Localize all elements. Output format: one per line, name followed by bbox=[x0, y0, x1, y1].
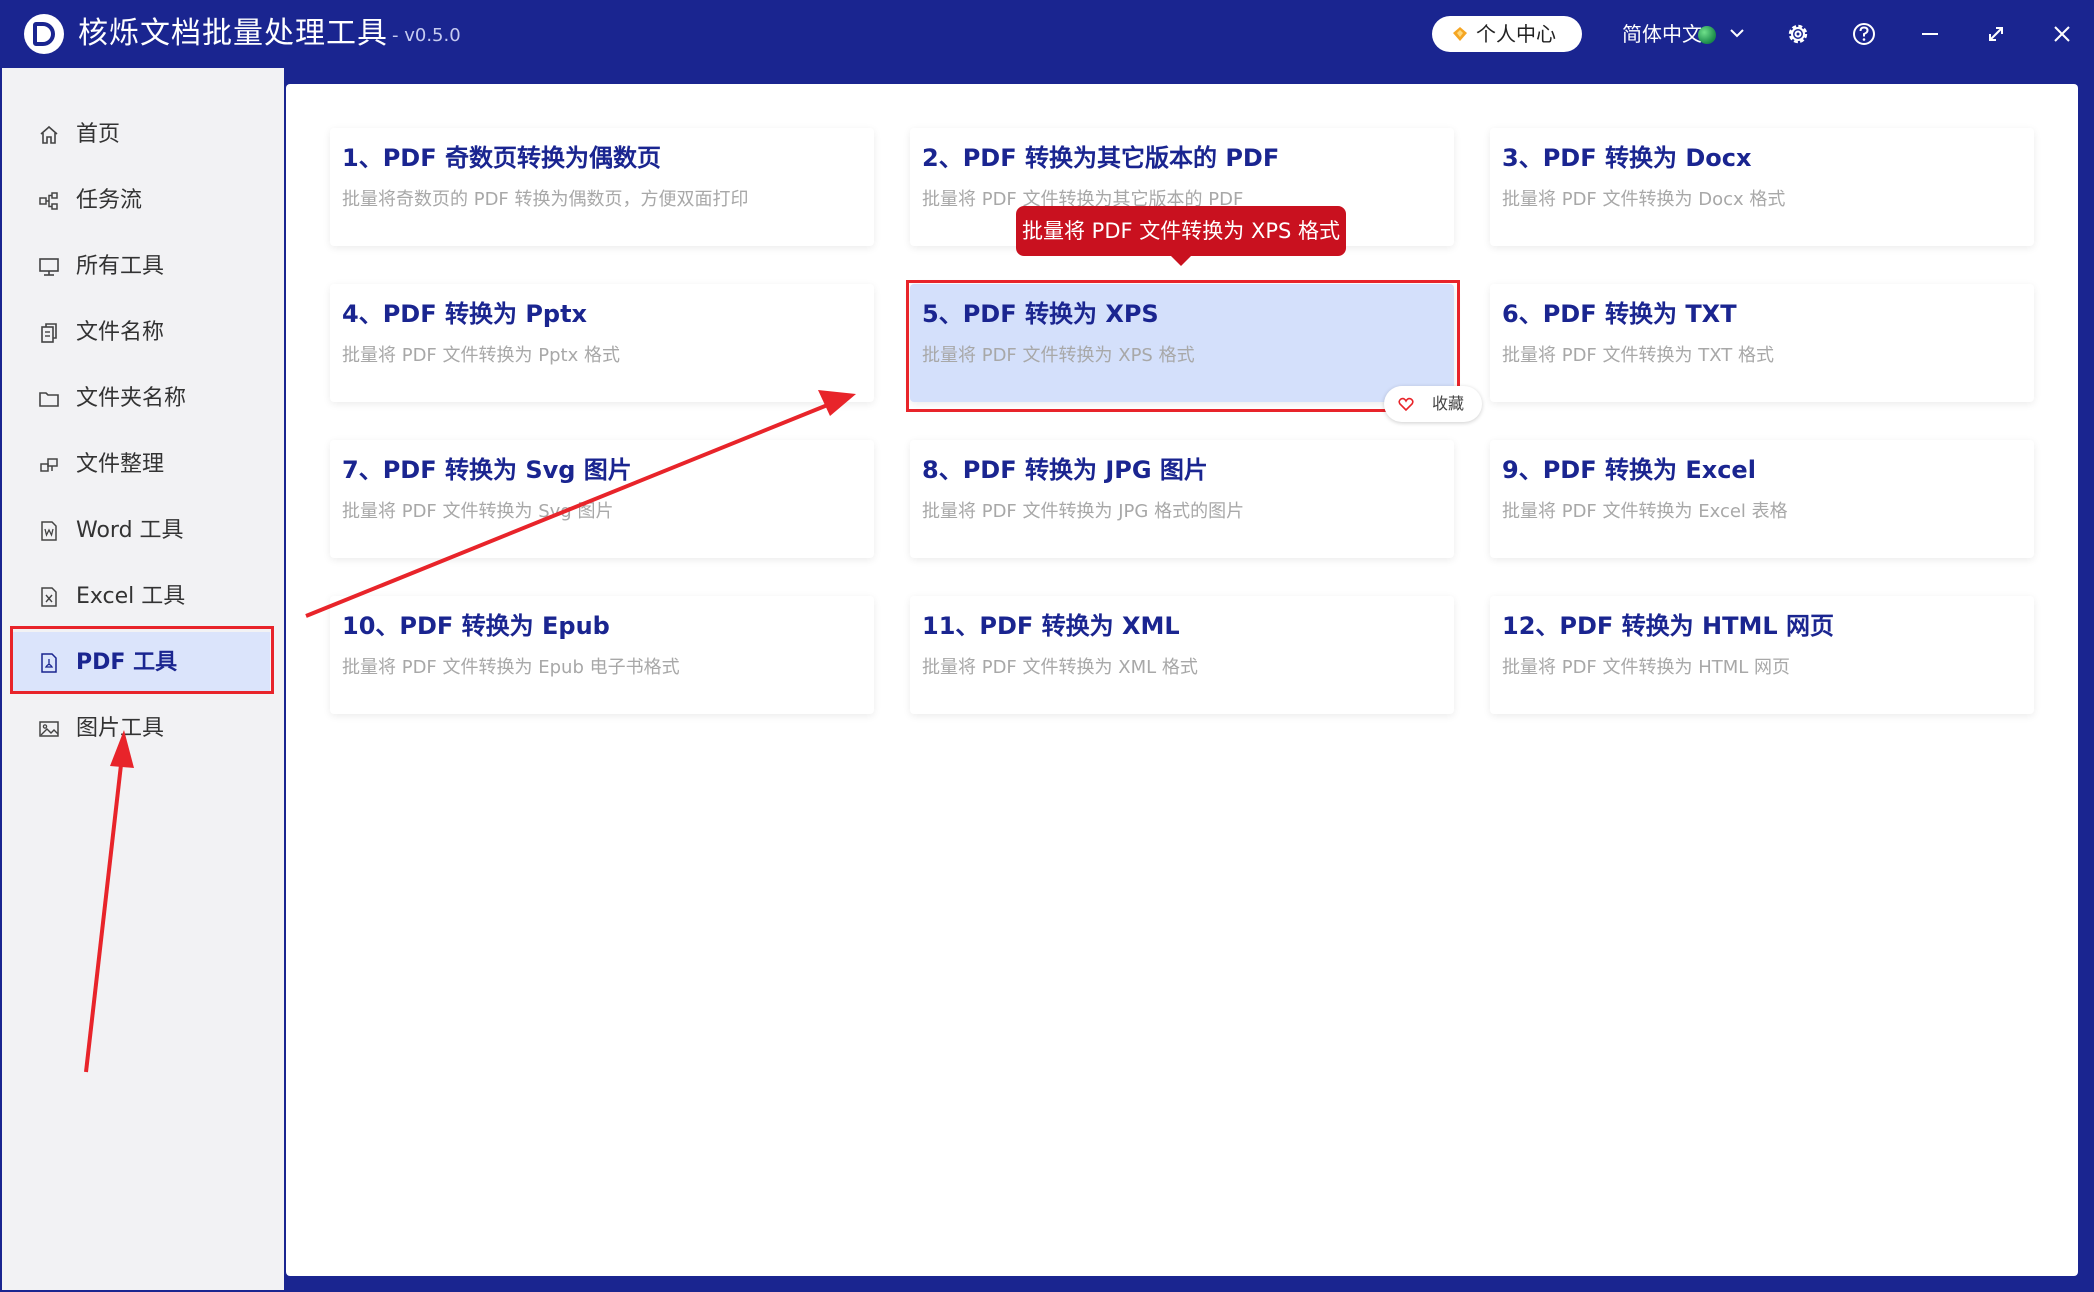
sidebar-item-image-tools[interactable]: 图片工具 bbox=[12, 698, 270, 760]
sidebar-item-label: 所有工具 bbox=[76, 254, 165, 279]
excel-file-icon bbox=[41, 587, 57, 607]
sidebar-item-label: 文件整理 bbox=[76, 452, 165, 477]
sidebar-item-excel-tools[interactable]: Excel 工具 bbox=[12, 566, 270, 628]
user-center-button[interactable]: 个人中心 bbox=[1432, 16, 1582, 52]
card-title: 11、PDF 转换为 XML bbox=[922, 612, 1180, 640]
app-title: 核烁文档批量处理工具 bbox=[78, 16, 388, 51]
tool-card-pdf-to-excel[interactable]: 9、PDF 转换为 Excel 批量将 PDF 文件转换为 Excel 表格 bbox=[1490, 440, 2034, 558]
word-file-icon bbox=[41, 521, 57, 541]
tooltip: 批量将 PDF 文件转换为 XPS 格式 bbox=[1016, 206, 1346, 266]
card-description: 批量将 PDF 文件转换为 TXT 格式 bbox=[1502, 345, 1774, 366]
sidebar-item-file-organize[interactable]: 文件整理 bbox=[12, 434, 270, 496]
maximize-icon[interactable] bbox=[1982, 20, 2010, 48]
card-title: 1、PDF 奇数页转换为偶数页 bbox=[342, 144, 661, 172]
image-icon bbox=[39, 721, 59, 737]
card-description: 批量将 PDF 文件转换为 Docx 格式 bbox=[1502, 189, 1786, 210]
favorite-button[interactable]: 收藏 bbox=[1384, 386, 1482, 422]
card-title: 2、PDF 转换为其它版本的 PDF bbox=[922, 144, 1280, 172]
card-title: 9、PDF 转换为 Excel bbox=[1502, 456, 1756, 484]
annotation-highlight-box bbox=[10, 626, 274, 694]
card-title: 8、PDF 转换为 JPG 图片 bbox=[922, 456, 1208, 484]
crown-icon bbox=[1453, 27, 1467, 41]
sidebar-item-label: 图片工具 bbox=[76, 716, 165, 741]
language-selector[interactable]: 简体中文 bbox=[1622, 20, 1702, 48]
tool-card-pdf-to-html[interactable]: 12、PDF 转换为 HTML 网页 批量将 PDF 文件转换为 HTML 网页 bbox=[1490, 596, 2034, 714]
folder-icon bbox=[39, 392, 59, 407]
workflow-icon bbox=[39, 192, 58, 210]
card-title: 6、PDF 转换为 TXT bbox=[1502, 300, 1737, 328]
chevron-down-icon[interactable] bbox=[1728, 24, 1746, 42]
card-title: 10、PDF 转换为 Epub bbox=[342, 612, 610, 640]
monitor-icon bbox=[39, 258, 59, 276]
user-center-label: 个人中心 bbox=[1476, 22, 1556, 46]
close-icon[interactable] bbox=[2048, 20, 2076, 48]
sidebar-item-file-name[interactable]: 文件名称 bbox=[12, 302, 270, 364]
sidebar-item-label: 任务流 bbox=[76, 188, 143, 213]
globe-icon bbox=[1698, 26, 1716, 44]
gear-icon[interactable] bbox=[1784, 20, 1812, 48]
tooltip-arrow bbox=[1171, 256, 1191, 266]
tool-card-pdf-to-docx[interactable]: 3、PDF 转换为 Docx 批量将 PDF 文件转换为 Docx 格式 bbox=[1490, 128, 2034, 246]
card-title: 12、PDF 转换为 HTML 网页 bbox=[1502, 612, 1835, 640]
card-description: 批量将 PDF 文件转换为 Epub 电子书格式 bbox=[342, 657, 680, 678]
sidebar-item-folder-name[interactable]: 文件夹名称 bbox=[12, 368, 270, 430]
minimize-icon[interactable] bbox=[1916, 20, 1944, 48]
sidebar-item-label: 首页 bbox=[76, 122, 121, 147]
card-title: 4、PDF 转换为 Pptx bbox=[342, 300, 588, 328]
tool-card-pdf-to-pptx[interactable]: 4、PDF 转换为 Pptx 批量将 PDF 文件转换为 Pptx 格式 bbox=[330, 284, 874, 402]
card-description: 批量将奇数页的 PDF 转换为偶数页，方便双面打印 bbox=[342, 189, 749, 210]
sidebar-item-word-tools[interactable]: Word 工具 bbox=[12, 500, 270, 562]
file-copy-icon bbox=[41, 323, 57, 343]
card-description: 批量将 PDF 文件转换为 HTML 网页 bbox=[1502, 657, 1791, 678]
tool-card-pdf-to-epub[interactable]: 10、PDF 转换为 Epub 批量将 PDF 文件转换为 Epub 电子书格式 bbox=[330, 596, 874, 714]
tool-card-pdf-to-jpg[interactable]: 8、PDF 转换为 JPG 图片 批量将 PDF 文件转换为 JPG 格式的图片 bbox=[910, 440, 1454, 558]
card-title: 7、PDF 转换为 Svg 图片 bbox=[342, 456, 632, 484]
card-title: 3、PDF 转换为 Docx bbox=[1502, 144, 1752, 172]
sidebar-item-label: 文件夹名称 bbox=[76, 386, 187, 411]
sidebar-item-workflow[interactable]: 任务流 bbox=[12, 170, 270, 232]
app-version: - v0.5.0 bbox=[392, 25, 461, 46]
card-description: 批量将 PDF 文件转换为 Excel 表格 bbox=[1502, 501, 1788, 522]
card-description: 批量将 PDF 文件转换为 Pptx 格式 bbox=[342, 345, 620, 366]
tool-card-pdf-odd-to-even[interactable]: 1、PDF 奇数页转换为偶数页 批量将奇数页的 PDF 转换为偶数页，方便双面打… bbox=[330, 128, 874, 246]
card-description: 批量将 PDF 文件转换为 Svg 图片 bbox=[342, 501, 614, 522]
sidebar-item-label: Word 工具 bbox=[76, 518, 184, 543]
home-icon bbox=[40, 125, 58, 144]
tool-card-pdf-to-xml[interactable]: 11、PDF 转换为 XML 批量将 PDF 文件转换为 XML 格式 bbox=[910, 596, 1454, 714]
annotation-highlight-box bbox=[906, 280, 1460, 412]
heart-icon bbox=[1398, 397, 1414, 412]
sidebar-item-label: 文件名称 bbox=[76, 320, 165, 345]
sidebar-item-home[interactable]: 首页 bbox=[12, 104, 270, 166]
card-description: 批量将 PDF 文件转换为 XML 格式 bbox=[922, 657, 1198, 678]
title-bar: 核烁文档批量处理工具 - v0.5.0 个人中心 简体中文 bbox=[0, 0, 2094, 68]
sidebar-item-label: Excel 工具 bbox=[76, 584, 186, 609]
tool-card-pdf-to-txt[interactable]: 6、PDF 转换为 TXT 批量将 PDF 文件转换为 TXT 格式 bbox=[1490, 284, 2034, 402]
organize-icon bbox=[40, 458, 58, 472]
tool-card-pdf-to-svg[interactable]: 7、PDF 转换为 Svg 图片 批量将 PDF 文件转换为 Svg 图片 bbox=[330, 440, 874, 558]
tooltip-text: 批量将 PDF 文件转换为 XPS 格式 bbox=[1022, 219, 1340, 243]
app-logo bbox=[24, 14, 64, 54]
sidebar-item-all-tools[interactable]: 所有工具 bbox=[12, 236, 270, 298]
favorite-label: 收藏 bbox=[1432, 394, 1465, 413]
help-icon[interactable] bbox=[1850, 20, 1878, 48]
card-description: 批量将 PDF 文件转换为 JPG 格式的图片 bbox=[922, 501, 1245, 522]
